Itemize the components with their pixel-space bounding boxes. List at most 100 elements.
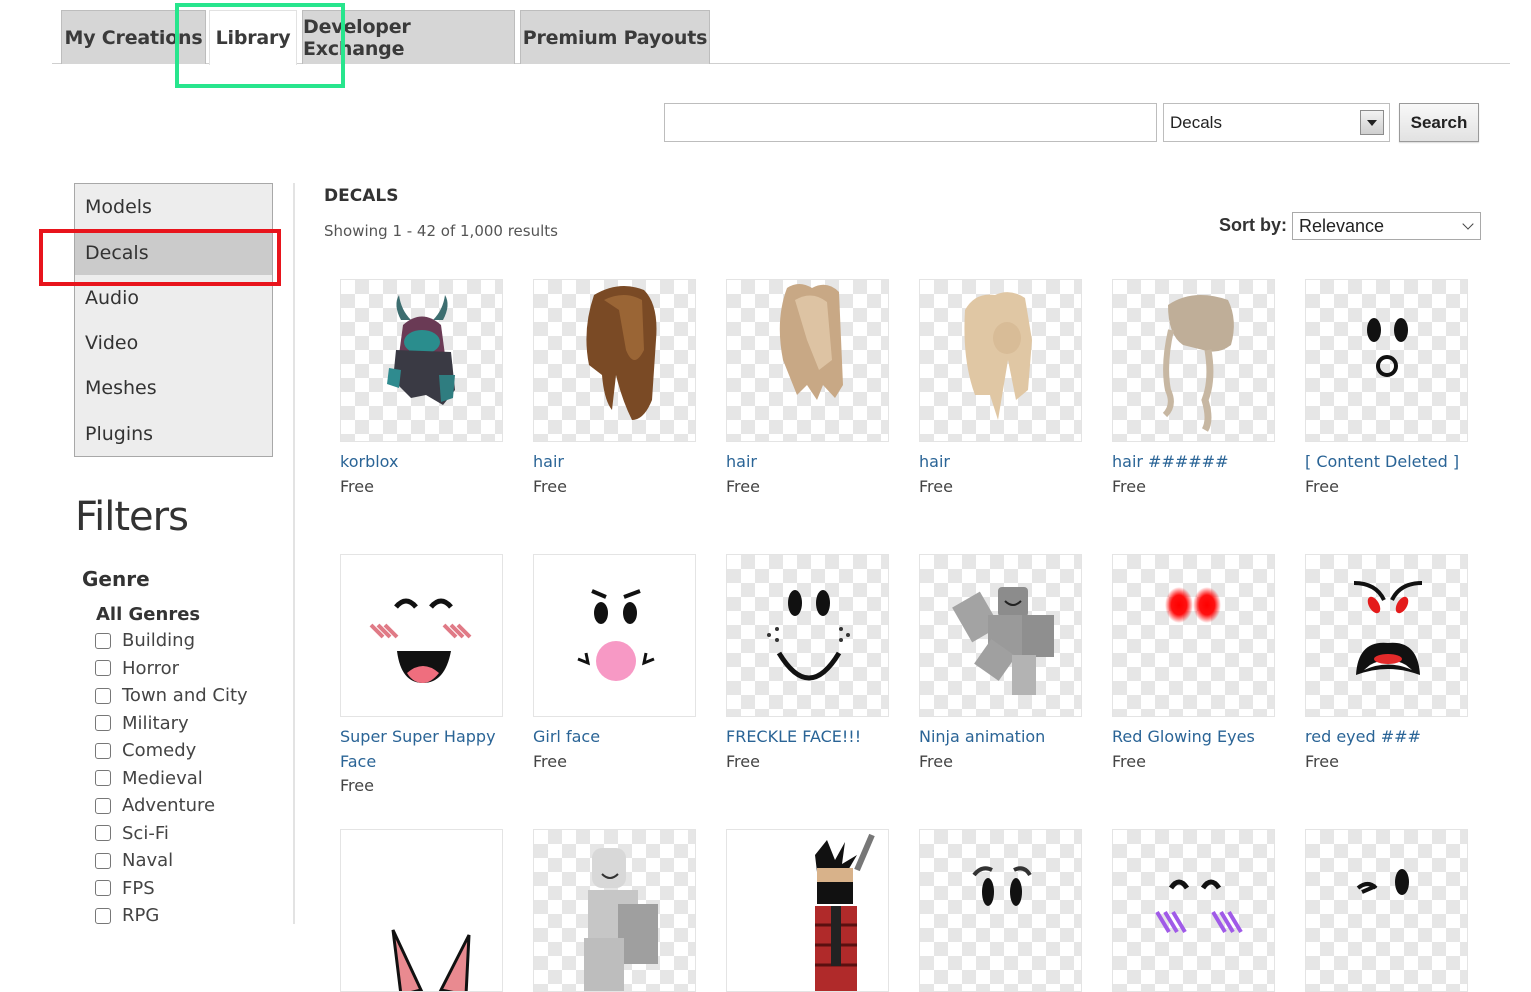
item-card[interactable]: hair Free xyxy=(919,279,1084,499)
item-card[interactable]: Super Super Happy Face Free xyxy=(340,554,505,799)
item-thumbnail[interactable] xyxy=(726,554,889,717)
item-price: Free xyxy=(1305,751,1339,771)
genre-checkbox[interactable] xyxy=(95,660,111,677)
nav-item-plugins[interactable]: Plugins xyxy=(75,412,272,456)
item-thumbnail[interactable] xyxy=(1305,279,1468,442)
item-price: Free xyxy=(533,476,567,496)
item-name-link[interactable]: Girl face xyxy=(533,725,693,750)
genre-label: Building xyxy=(122,630,196,652)
item-card[interactable] xyxy=(340,829,505,992)
item-name-link[interactable]: korblox xyxy=(340,450,500,475)
all-genres-link[interactable]: All Genres xyxy=(96,604,200,625)
item-name-link[interactable]: Ninja animation xyxy=(919,725,1079,750)
genre-checkbox[interactable] xyxy=(95,797,111,814)
sort-select[interactable]: Relevance xyxy=(1292,212,1481,240)
item-card[interactable]: hair Free xyxy=(533,279,698,499)
item-name-link[interactable]: hair xyxy=(533,450,693,475)
category-select[interactable]: Decals xyxy=(1163,103,1390,142)
item-card[interactable] xyxy=(1305,829,1470,992)
item-price: Free xyxy=(1305,476,1339,496)
genre-option[interactable]: Military xyxy=(95,710,248,738)
nav-item-models[interactable]: Models xyxy=(75,185,272,229)
genre-label: FPS xyxy=(122,877,155,899)
genre-checkbox[interactable] xyxy=(95,687,111,704)
item-name-link[interactable]: FRECKLE FACE!!! xyxy=(726,725,886,750)
item-name-link[interactable]: hair xyxy=(919,450,1079,475)
genre-option[interactable]: Adventure xyxy=(95,792,248,820)
nav-item-meshes[interactable]: Meshes xyxy=(75,366,272,410)
item-thumbnail[interactable] xyxy=(1112,279,1275,442)
search-input[interactable] xyxy=(664,103,1157,142)
search-button[interactable]: Search xyxy=(1399,103,1479,142)
item-name-link[interactable]: hair ###### xyxy=(1112,450,1272,475)
tab-my-creations[interactable]: My Creations xyxy=(61,10,206,64)
genre-option[interactable]: Horror xyxy=(95,655,248,683)
item-name-link[interactable]: red eyed ### xyxy=(1305,725,1465,750)
sidebar-divider xyxy=(293,183,295,924)
item-price: Free xyxy=(1112,751,1146,771)
item-thumbnail[interactable] xyxy=(1112,829,1275,992)
genre-checkbox[interactable] xyxy=(95,825,111,842)
item-price: Free xyxy=(340,476,374,496)
genre-option[interactable]: Building xyxy=(95,627,248,655)
tab-developer-exchange[interactable]: Developer Exchange xyxy=(302,10,515,64)
top-tabs: My Creations Library Developer Exchange … xyxy=(52,10,1510,65)
item-card[interactable]: Ninja animation Free xyxy=(919,554,1084,774)
item-card[interactable]: Girl face Free xyxy=(533,554,698,774)
genre-option[interactable]: RPG xyxy=(95,902,248,930)
tab-library[interactable]: Library xyxy=(209,10,297,65)
item-thumbnail[interactable] xyxy=(340,554,503,717)
item-price: Free xyxy=(533,751,567,771)
item-card[interactable] xyxy=(533,829,698,992)
item-card[interactable]: hair ###### Free xyxy=(1112,279,1277,499)
genre-option[interactable]: Comedy xyxy=(95,737,248,765)
item-thumbnail[interactable] xyxy=(919,554,1082,717)
nav-item-video[interactable]: Video xyxy=(75,321,272,365)
genre-checkbox[interactable] xyxy=(95,742,111,759)
genre-option[interactable]: Medieval xyxy=(95,765,248,793)
genre-option[interactable]: Town and City xyxy=(95,682,248,710)
dropdown-arrow-icon[interactable] xyxy=(1360,110,1384,135)
item-card[interactable] xyxy=(919,829,1084,992)
item-name-link[interactable]: Super Super Happy Face xyxy=(340,725,500,774)
item-thumbnail[interactable] xyxy=(533,554,696,717)
genre-checkbox[interactable] xyxy=(95,880,111,897)
nav-item-audio[interactable]: Audio xyxy=(75,276,272,320)
result-count: Showing 1 - 42 of 1,000 results xyxy=(324,222,558,240)
item-thumbnail[interactable] xyxy=(533,279,696,442)
item-card[interactable] xyxy=(1112,829,1277,992)
item-card[interactable]: Red Glowing Eyes Free xyxy=(1112,554,1277,774)
genre-option[interactable]: FPS xyxy=(95,875,248,903)
item-card[interactable]: hair Free xyxy=(726,279,891,499)
item-card[interactable]: red eyed ### Free xyxy=(1305,554,1470,774)
item-thumbnail[interactable] xyxy=(919,829,1082,992)
genre-checkbox[interactable] xyxy=(95,770,111,787)
nav-item-decals[interactable]: Decals xyxy=(75,231,272,275)
item-price: Free xyxy=(726,751,760,771)
item-thumbnail[interactable] xyxy=(1305,554,1468,717)
item-thumbnail[interactable] xyxy=(919,279,1082,442)
item-name-link[interactable]: hair xyxy=(726,450,886,475)
item-card[interactable]: korblox Free xyxy=(340,279,505,499)
item-thumbnail[interactable] xyxy=(726,279,889,442)
item-thumbnail[interactable] xyxy=(340,829,503,992)
item-thumbnail[interactable] xyxy=(340,279,503,442)
item-card[interactable]: FRECKLE FACE!!! Free xyxy=(726,554,891,774)
item-thumbnail[interactable] xyxy=(533,829,696,992)
genre-checkbox[interactable] xyxy=(95,632,111,649)
item-card[interactable] xyxy=(726,829,891,992)
genre-label: Naval xyxy=(122,850,174,872)
tab-premium-payouts[interactable]: Premium Payouts xyxy=(520,10,710,64)
item-card[interactable]: [ Content Deleted ] Free xyxy=(1305,279,1470,499)
item-thumbnail[interactable] xyxy=(726,829,889,992)
genre-option[interactable]: Sci-Fi xyxy=(95,820,248,848)
genre-label: Sci-Fi xyxy=(122,822,169,844)
genre-checkbox[interactable] xyxy=(95,852,111,869)
item-name-link[interactable]: Red Glowing Eyes xyxy=(1112,725,1272,750)
genre-checkbox[interactable] xyxy=(95,907,111,924)
item-name-link[interactable]: [ Content Deleted ] xyxy=(1305,450,1465,475)
item-thumbnail[interactable] xyxy=(1305,829,1468,992)
item-thumbnail[interactable] xyxy=(1112,554,1275,717)
genre-option[interactable]: Naval xyxy=(95,847,248,875)
genre-checkbox[interactable] xyxy=(95,715,111,732)
